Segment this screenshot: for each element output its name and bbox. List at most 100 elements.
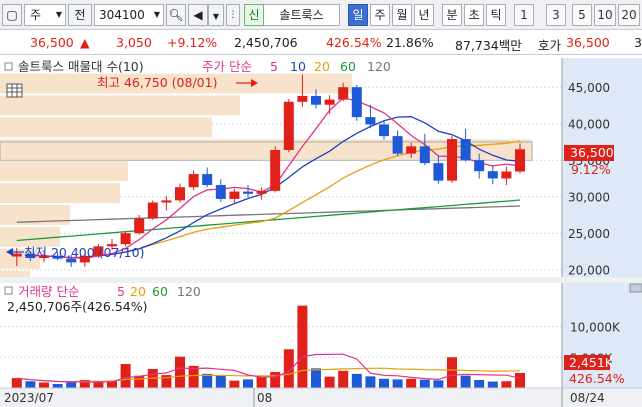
chart-svg[interactable]: 45,00040,00035,00030,00025,00020,000 솔트룩… bbox=[0, 56, 642, 407]
candle-body bbox=[419, 146, 430, 164]
speaker-icon: ◀ bbox=[193, 8, 203, 22]
volume-bar bbox=[188, 365, 199, 388]
volume-bar bbox=[215, 375, 226, 388]
period-label: 틱 bbox=[490, 8, 502, 22]
vol-ma120-legend: 120 bbox=[177, 284, 201, 299]
interval-label: 1 bbox=[520, 8, 528, 22]
ask-label: 호가 bbox=[538, 38, 562, 53]
candle-body bbox=[338, 87, 349, 100]
price-y-tick-label: 25,000 bbox=[568, 227, 610, 241]
period-label: 년 bbox=[418, 8, 430, 22]
code-value: 304100 bbox=[99, 8, 145, 22]
volume-bar bbox=[501, 381, 512, 388]
candle-body bbox=[297, 95, 308, 102]
turnover-rate: 21.86% bbox=[386, 35, 434, 50]
volume-bar bbox=[52, 384, 63, 388]
price-change: 3,050 bbox=[116, 35, 152, 50]
period-label: 월 bbox=[396, 8, 408, 22]
prev-button[interactable]: 전 bbox=[68, 4, 92, 26]
price-y-tick-label: 20,000 bbox=[568, 264, 610, 278]
volume-profile-band bbox=[0, 226, 60, 247]
search-icon: 🔍︎ bbox=[168, 8, 184, 22]
period-tab-week[interactable]: 주 bbox=[370, 4, 390, 26]
market-select[interactable]: 주 ▼ bbox=[24, 4, 66, 26]
interval-label: 3 bbox=[552, 8, 560, 22]
panel-divider[interactable] bbox=[0, 277, 642, 283]
volume-bar bbox=[338, 370, 349, 388]
search-button[interactable]: 🔍︎ bbox=[166, 4, 186, 26]
prev-label: 전 bbox=[74, 8, 86, 22]
window-icon[interactable]: ▢ bbox=[2, 4, 22, 26]
price-legend-ma-label: 주가 단순 bbox=[202, 59, 252, 74]
candle-body bbox=[120, 233, 131, 245]
candle-body bbox=[365, 117, 376, 125]
up-arrow-icon: ▲ bbox=[80, 35, 90, 50]
new-badge-label: 신 bbox=[248, 8, 260, 22]
volume-bar bbox=[433, 380, 444, 388]
chevron-down-icon: ▼ bbox=[55, 10, 62, 19]
period-tab-year[interactable]: 년 bbox=[414, 4, 434, 26]
interval-button-3[interactable]: 3 bbox=[546, 4, 566, 26]
volume-current-tag-text: 2,451K bbox=[569, 355, 614, 370]
candle-body bbox=[433, 163, 444, 181]
candle-body bbox=[256, 190, 267, 194]
collapse-icon[interactable] bbox=[4, 286, 13, 295]
list-button[interactable]: ⋮ bbox=[226, 4, 240, 26]
price-y-tick-label: 45,000 bbox=[568, 81, 610, 95]
x-axis-label: 08/24 bbox=[570, 391, 605, 405]
sound-menu-button[interactable]: ▼ bbox=[208, 4, 224, 26]
period-tab-month[interactable]: 월 bbox=[392, 4, 412, 26]
candle-body bbox=[229, 191, 240, 199]
volume-profile-band bbox=[0, 161, 128, 182]
interval-button-5[interactable]: 5 bbox=[572, 4, 592, 26]
interval-label: 5 bbox=[578, 8, 586, 22]
candle-body bbox=[215, 185, 226, 199]
period-label: 초 bbox=[468, 8, 480, 22]
volume-bar bbox=[120, 364, 131, 388]
volume-bar bbox=[324, 376, 335, 388]
ask-price: 36,500 bbox=[566, 35, 610, 50]
candle-body bbox=[243, 191, 253, 194]
toolbar: ▢ 주 ▼ 전 304100 ▼ 🔍︎ ◀ ▼ ⋮ 신 솔트룩스 일 주 월 년… bbox=[0, 0, 642, 30]
period-tab-second[interactable]: 초 bbox=[464, 4, 484, 26]
ma10-legend: 10 bbox=[290, 59, 306, 74]
period-label: 일 bbox=[352, 8, 364, 22]
chart-area[interactable]: 45,000 40,000 35,000 30,000 25,000 20,000 솔트룩… bbox=[0, 56, 642, 407]
quote-extra: 3 bbox=[634, 35, 642, 50]
interval-button-10[interactable]: 10 bbox=[594, 4, 616, 26]
volume-bar bbox=[311, 368, 321, 388]
trade-amount: 87,734백만 bbox=[455, 38, 522, 53]
volume-ratio: 426.54% bbox=[326, 35, 382, 50]
high-annotation: 최고 46,750 (08/01) bbox=[97, 75, 217, 90]
period-tab-minute[interactable]: 분 bbox=[442, 4, 462, 26]
interval-button-1[interactable]: 1 bbox=[514, 4, 534, 26]
candle-body bbox=[188, 174, 199, 188]
vol-ma20-legend: 20 bbox=[130, 284, 146, 299]
current-price-tag-text: 36,500 bbox=[570, 145, 614, 160]
sound-button[interactable]: ◀ bbox=[188, 4, 208, 26]
candle-body bbox=[460, 139, 471, 161]
current-pct-tag: 9.12% bbox=[571, 162, 611, 177]
interval-label: 20 bbox=[621, 8, 637, 22]
scroll-handle[interactable] bbox=[629, 283, 642, 293]
code-input[interactable]: 304100 ▼ bbox=[94, 4, 164, 26]
volume-current-text: 2,450,706주(426.54%) bbox=[7, 299, 148, 314]
period-label: 분 bbox=[446, 8, 458, 22]
table-icon[interactable] bbox=[6, 83, 23, 98]
volume-bar bbox=[447, 357, 457, 388]
volume-bar bbox=[11, 378, 22, 388]
period-tab-tick[interactable]: 틱 bbox=[486, 4, 506, 26]
market-label: 주 bbox=[30, 8, 42, 22]
candle-body bbox=[161, 200, 172, 203]
price-y-tick-label: 30,000 bbox=[568, 191, 610, 205]
period-tab-day[interactable]: 일 bbox=[348, 4, 368, 26]
candle-body bbox=[447, 139, 457, 181]
interval-label: 10 bbox=[597, 8, 613, 22]
volume-bar bbox=[379, 378, 389, 388]
quote-bar: 36,500 ▲ 3,050 +9.12% 2,450,706 426.54% … bbox=[0, 31, 642, 55]
interval-button-20[interactable]: 20 bbox=[618, 4, 640, 26]
collapse-icon[interactable] bbox=[4, 62, 13, 71]
volume-bar bbox=[392, 379, 403, 388]
period-label: 주 bbox=[374, 8, 386, 22]
volume-bar bbox=[460, 375, 471, 388]
